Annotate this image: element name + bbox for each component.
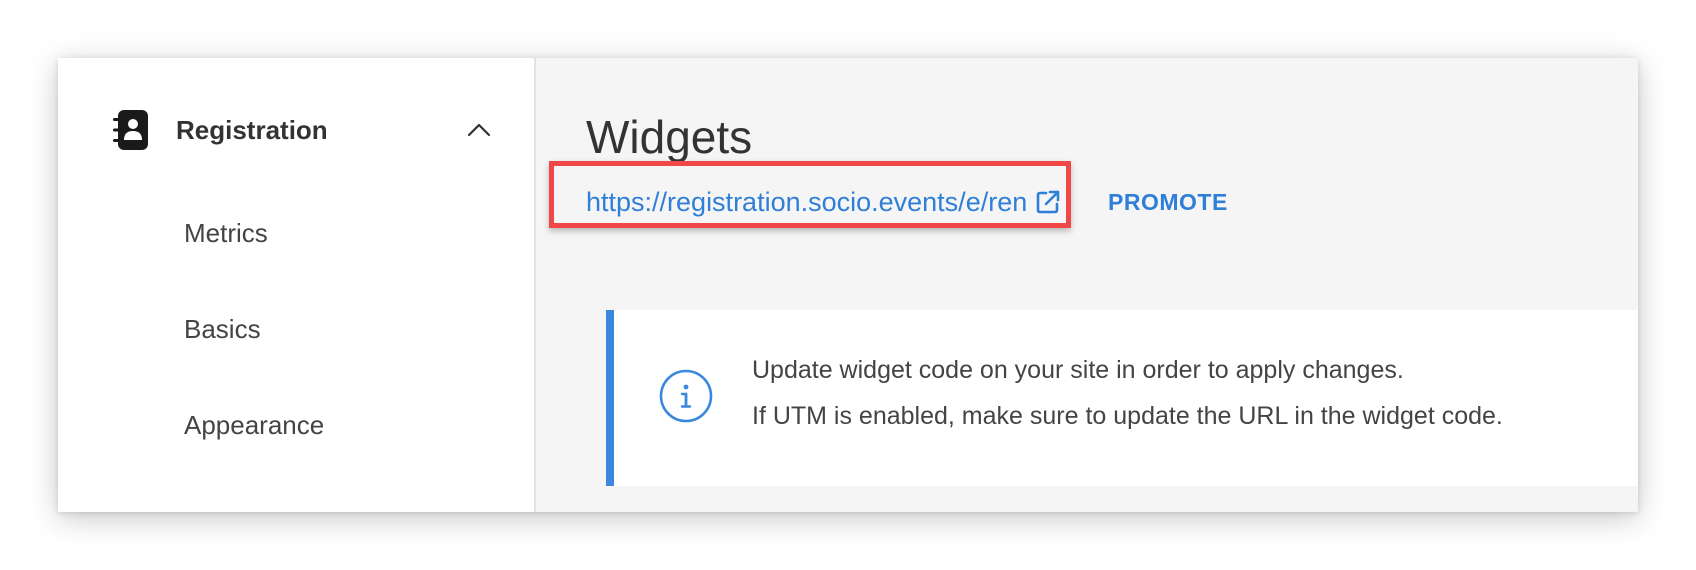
event-registration-link[interactable]: https://registration.socio.events/e/ren [586, 187, 1027, 218]
page-title: Widgets [586, 111, 753, 163]
promote-button[interactable]: PROMOTE [1108, 182, 1228, 222]
screenshot-stage: Registration Metrics Basics Appearance W… [0, 0, 1696, 570]
info-line-2: If UTM is enabled, make sure to update t… [752, 402, 1503, 430]
info-line-1: Update widget code on your site in order… [752, 356, 1404, 384]
app-window: Registration Metrics Basics Appearance W… [58, 58, 1638, 512]
sidebar: Registration Metrics Basics Appearance [58, 58, 536, 512]
sidebar-section-registration[interactable]: Registration [112, 110, 492, 150]
sidebar-section-title: Registration [176, 114, 328, 145]
event-link-row: https://registration.socio.events/e/ren [586, 182, 1061, 222]
info-icon [658, 368, 714, 424]
external-link-icon[interactable] [1035, 189, 1061, 215]
info-notice: Update widget code on your site in order… [606, 310, 1638, 486]
sidebar-item-basics[interactable]: Basics [184, 314, 261, 345]
registration-book-icon [112, 110, 150, 150]
sidebar-item-appearance[interactable]: Appearance [184, 410, 324, 441]
sidebar-item-metrics[interactable]: Metrics [184, 218, 268, 249]
chevron-up-icon[interactable] [466, 118, 492, 142]
main-content: Widgets https://registration.socio.event… [536, 58, 1638, 512]
